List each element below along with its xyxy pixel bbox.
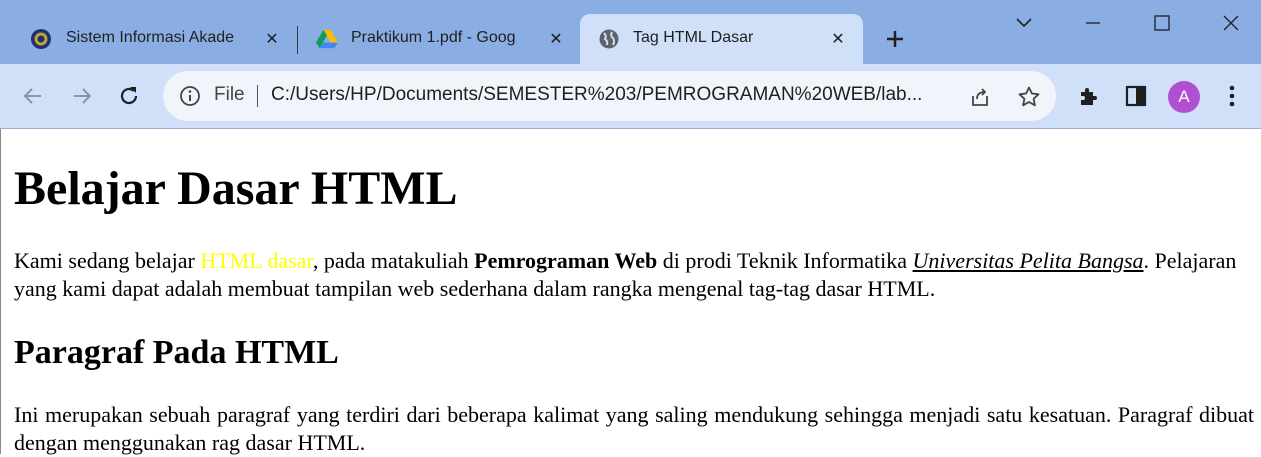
italic-underlined-text: Universitas Pelita Bangsa xyxy=(912,248,1144,273)
back-button[interactable] xyxy=(17,80,49,112)
close-tab-icon[interactable]: ✕ xyxy=(826,27,850,51)
tab-praktikum-pdf[interactable]: Praktikum 1.pdf - Goog ✕ xyxy=(298,14,580,64)
puzzle-icon xyxy=(1081,88,1097,105)
tab-search-button[interactable] xyxy=(1001,6,1047,40)
arrow-left-icon xyxy=(23,88,41,104)
address-bar[interactable]: File C:/Users/HP/Documents/SEMESTER%203/… xyxy=(163,71,1056,121)
justified-paragraph: Ini merupakan sebuah paragraf yang terdi… xyxy=(14,402,1254,455)
tab-tag-html-dasar[interactable]: Tag HTML Dasar ✕ xyxy=(580,14,863,64)
close-tab-icon[interactable]: ✕ xyxy=(260,27,284,51)
google-drive-icon xyxy=(316,28,338,50)
url-text[interactable]: C:/Users/HP/Documents/SEMESTER%203/PEMRO… xyxy=(271,84,956,106)
arrow-right-icon xyxy=(74,88,92,104)
side-panel-button[interactable] xyxy=(1121,81,1151,111)
omnibox-divider xyxy=(257,85,258,107)
minimize-button[interactable] xyxy=(1070,6,1116,40)
tab-title: Tag HTML Dasar xyxy=(633,29,754,46)
side-panel-icon xyxy=(1125,85,1147,107)
bookmark-star-icon[interactable] xyxy=(1016,84,1042,110)
tab-title: Sistem Informasi Akade xyxy=(66,29,235,46)
paragraph-text: di prodi Teknik Informatika xyxy=(657,248,913,273)
reload-icon xyxy=(120,87,138,105)
tab-sistem-informasi[interactable]: Sistem Informasi Akade ✕ xyxy=(0,14,296,64)
profile-avatar[interactable]: A xyxy=(1168,81,1200,113)
close-window-button[interactable] xyxy=(1208,6,1254,40)
section-heading: Paragraf Pada HTML xyxy=(14,334,339,371)
close-icon xyxy=(1223,15,1239,31)
menu-button[interactable] xyxy=(1217,81,1247,111)
info-icon[interactable] xyxy=(179,85,201,107)
scheme-label: File xyxy=(214,84,245,105)
paragraph-text: Kami sedang belajar xyxy=(14,248,201,273)
share-icon[interactable] xyxy=(967,84,993,110)
bold-text: Pemrograman Web xyxy=(474,248,658,273)
paragraph-text: , pada matakuliah xyxy=(312,248,475,273)
page-heading: Belajar Dasar HTML xyxy=(14,162,458,215)
minimize-icon xyxy=(1086,22,1100,24)
more-vertical-icon xyxy=(1229,85,1235,107)
maximize-button[interactable] xyxy=(1139,6,1185,40)
maximize-icon xyxy=(1154,15,1170,31)
browser-toolbar: File C:/Users/HP/Documents/SEMESTER%203/… xyxy=(0,64,1261,129)
chevron-down-icon xyxy=(1016,18,1032,28)
forward-button[interactable] xyxy=(66,80,98,112)
globe-icon xyxy=(598,28,620,50)
tab-title: Praktikum 1.pdf - Goog xyxy=(351,29,516,46)
new-tab-button[interactable] xyxy=(880,24,910,54)
tab-strip: Sistem Informasi Akade ✕ Praktikum 1.pdf… xyxy=(0,0,1261,64)
highlighted-text: HTML dasar xyxy=(200,248,313,273)
extensions-button[interactable] xyxy=(1074,81,1104,111)
web-page-content: Belajar Dasar HTML Kami sedang belajar H… xyxy=(0,129,1261,455)
reload-button[interactable] xyxy=(113,80,145,112)
close-tab-icon[interactable]: ✕ xyxy=(544,27,568,51)
plus-icon xyxy=(887,31,903,47)
university-logo-icon xyxy=(30,28,52,50)
intro-paragraph: Kami sedang belajar HTML dasar, pada mat… xyxy=(14,247,1254,303)
